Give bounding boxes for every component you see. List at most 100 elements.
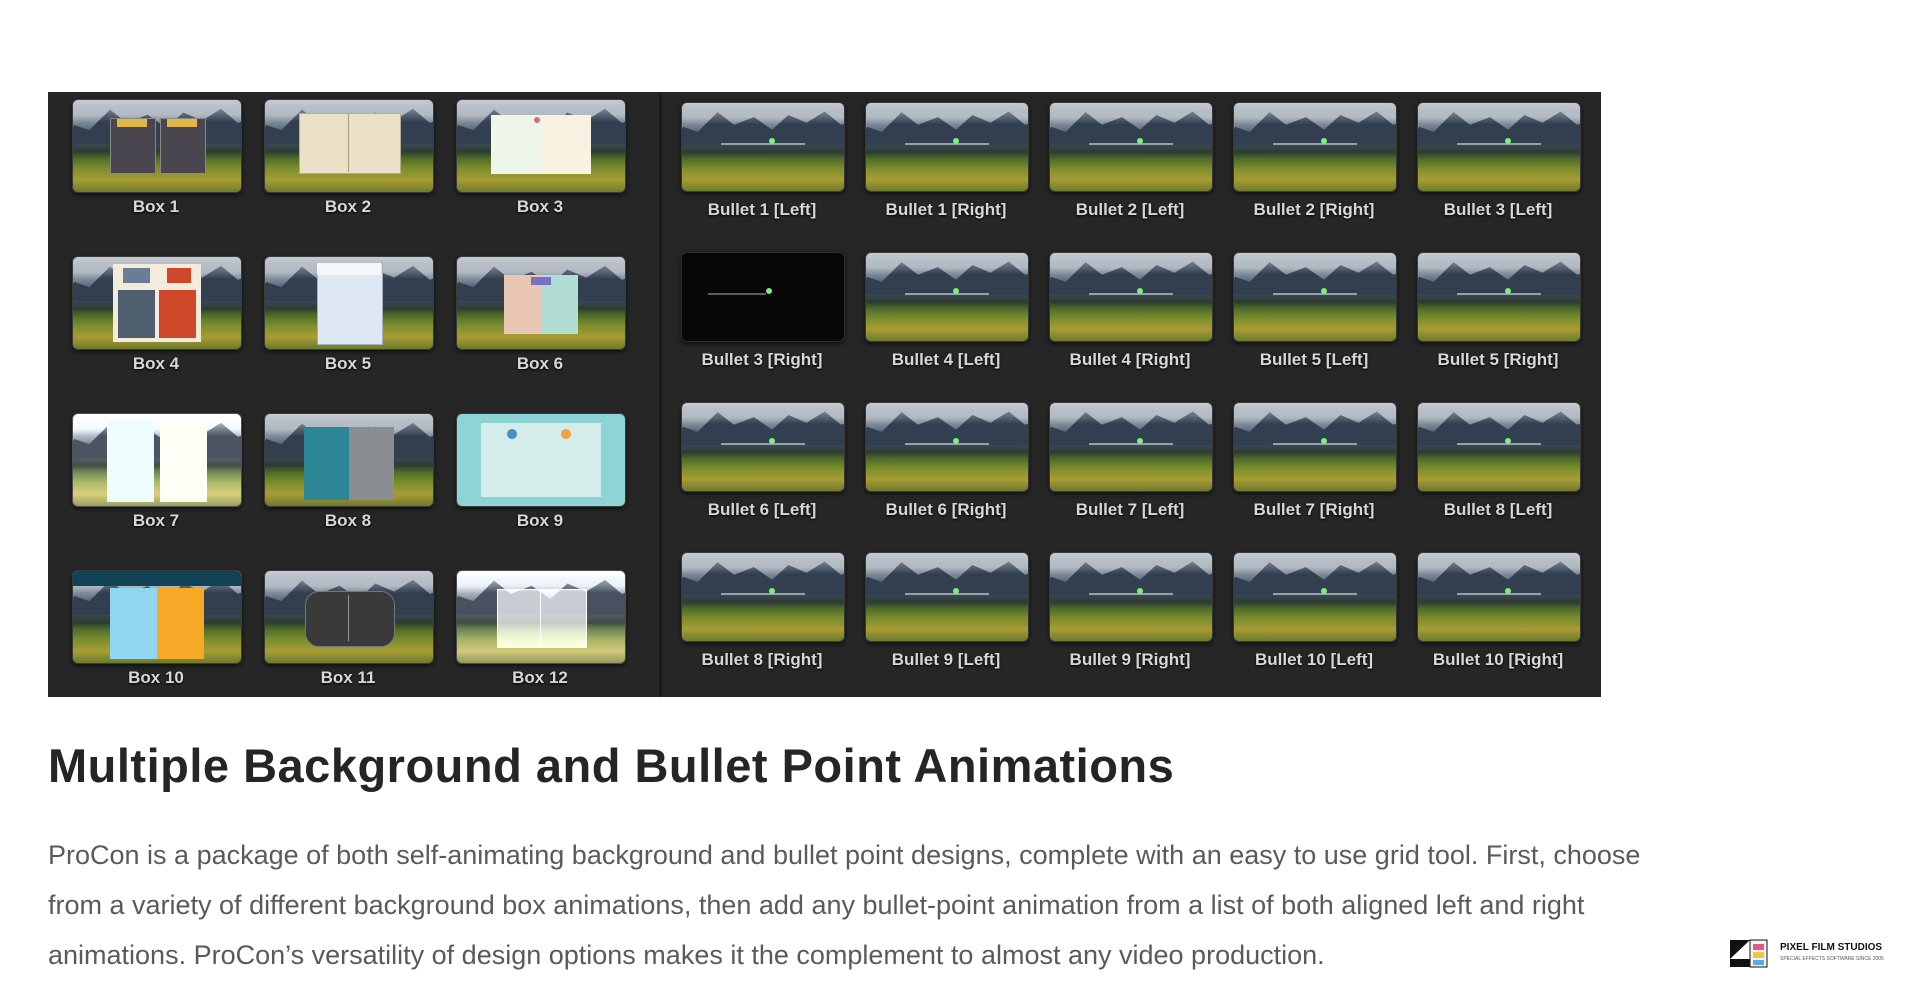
bullet-tile[interactable]: Bullet 8 [Left] <box>1413 402 1583 520</box>
bullet-thumbnail <box>1049 402 1213 492</box>
bullet-thumbnail <box>1233 552 1397 642</box>
bullet-tile[interactable]: Bullet 3 [Right] <box>677 252 847 370</box>
tile-label: Bullet 4 [Left] <box>891 350 1001 369</box>
tile-label: Bullet 7 [Left] <box>1075 500 1185 519</box>
template-preview-panel: Box 1 Box 2 Box 3 Box 4 Box 5 Box 6 Box … <box>48 92 1601 697</box>
bullet-thumbnail <box>681 552 845 642</box>
tile-label: Box 12 <box>512 668 568 687</box>
box-tile[interactable]: Box 3 <box>452 99 628 217</box>
bullet-thumbnail <box>1049 552 1213 642</box>
tile-label: Bullet 3 [Left] <box>1443 200 1553 219</box>
tile-label: Bullet 1 [Left] <box>707 200 817 219</box>
box-thumbnail <box>456 570 626 664</box>
tile-label: Bullet 2 [Left] <box>1075 200 1185 219</box>
tile-label: Box 5 <box>324 354 372 373</box>
bullet-tile[interactable]: Bullet 8 [Right] <box>677 552 847 670</box>
tile-label: Box 8 <box>324 511 372 530</box>
bullet-thumbnail <box>1417 252 1581 342</box>
bullet-tile[interactable]: Bullet 10 [Left] <box>1229 552 1399 670</box>
box-tile[interactable]: Box 4 <box>68 256 244 374</box>
bullet-tile[interactable]: Bullet 1 [Right] <box>861 102 1031 220</box>
box-tile[interactable]: Box 12 <box>452 570 628 688</box>
box-thumbnail <box>264 570 434 664</box>
bullet-thumbnail <box>681 402 845 492</box>
bullet-thumbnail <box>1233 402 1397 492</box>
bullet-tile[interactable]: Bullet 3 [Left] <box>1413 102 1583 220</box>
box-thumbnail <box>72 256 242 350</box>
box-thumbnail <box>264 413 434 507</box>
section-divider <box>659 92 662 697</box>
bullet-tile[interactable]: Bullet 9 [Right] <box>1045 552 1215 670</box>
tile-label: Bullet 9 [Left] <box>891 650 1001 669</box>
tile-label: Box 3 <box>516 197 564 216</box>
bullet-thumbnail <box>1233 102 1397 192</box>
tile-label: Bullet 5 [Right] <box>1437 350 1559 369</box>
bullet-tile[interactable]: Bullet 1 [Left] <box>677 102 847 220</box>
box-tile[interactable]: Box 8 <box>260 413 436 531</box>
tile-label: Bullet 10 [Right] <box>1432 650 1564 669</box>
tile-label: Bullet 10 [Left] <box>1254 650 1374 669</box>
tile-label: Bullet 3 [Right] <box>701 350 823 369</box>
box-thumbnail <box>72 99 242 193</box>
box-thumbnail <box>456 99 626 193</box>
bullet-thumbnail <box>865 102 1029 192</box>
brand-name: PIXEL FILM STUDIOS <box>1780 942 1883 953</box>
bullet-thumbnail <box>1417 402 1581 492</box>
tile-label: Box 7 <box>132 511 180 530</box>
box-tile[interactable]: Box 1 <box>68 99 244 217</box>
tile-label: Box 2 <box>324 197 372 216</box>
bullet-tile[interactable]: Bullet 4 [Right] <box>1045 252 1215 370</box>
bullet-thumbnail <box>1417 552 1581 642</box>
tile-label: Bullet 5 [Left] <box>1259 350 1369 369</box>
tile-label: Bullet 2 [Right] <box>1253 200 1375 219</box>
bullet-tile[interactable]: Bullet 5 [Right] <box>1413 252 1583 370</box>
box-tile[interactable]: Box 6 <box>452 256 628 374</box>
tile-label: Bullet 6 [Left] <box>707 500 817 519</box>
box-tile[interactable]: Box 2 <box>260 99 436 217</box>
tile-label: Box 1 <box>132 197 180 216</box>
bullet-thumbnail <box>681 252 845 342</box>
tile-label: Box 10 <box>128 668 184 687</box>
box-thumbnail <box>72 413 242 507</box>
bullet-thumbnail <box>1049 252 1213 342</box>
bullet-tile[interactable]: Bullet 2 [Left] <box>1045 102 1215 220</box>
section-description: ProCon is a package of both self-animati… <box>48 840 1641 970</box>
brand-logo[interactable]: PIXEL FILM STUDIOS SPECIAL EFFECTS SOFTW… <box>1728 937 1898 973</box>
tile-label: Box 4 <box>132 354 180 373</box>
bullet-tile[interactable]: Bullet 6 [Left] <box>677 402 847 520</box>
brand-tagline: SPECIAL EFFECTS SOFTWARE SINCE 2005 <box>1780 956 1884 962</box>
film-strip-logo-icon <box>1728 937 1770 969</box>
tile-label: Bullet 1 [Right] <box>885 200 1007 219</box>
box-thumbnail <box>264 99 434 193</box>
bullet-tile[interactable]: Bullet 2 [Right] <box>1229 102 1399 220</box>
tile-label: Bullet 8 [Left] <box>1443 500 1553 519</box>
bullet-thumbnail <box>865 552 1029 642</box>
tile-label: Box 9 <box>516 511 564 530</box>
tile-label: Bullet 4 [Right] <box>1069 350 1191 369</box>
box-tile[interactable]: Box 9 <box>452 413 628 531</box>
box-thumbnail <box>456 256 626 350</box>
bullet-thumbnail <box>681 102 845 192</box>
tile-label: Box 11 <box>320 668 376 687</box>
bullet-tile[interactable]: Bullet 6 [Right] <box>861 402 1031 520</box>
box-tile[interactable]: Box 11 <box>260 570 436 688</box>
box-thumbnail <box>456 413 626 507</box>
bullet-tile[interactable]: Bullet 10 [Right] <box>1413 552 1583 670</box>
tile-label: Bullet 9 [Right] <box>1069 650 1191 669</box>
bullet-tile[interactable]: Bullet 4 [Left] <box>861 252 1031 370</box>
box-tile[interactable]: Box 7 <box>68 413 244 531</box>
bullet-thumbnail <box>865 402 1029 492</box>
tile-label: Bullet 7 [Right] <box>1253 500 1375 519</box>
box-tile[interactable]: Box 10 <box>68 570 244 688</box>
box-tile[interactable]: Box 5 <box>260 256 436 374</box>
tile-label: Box 6 <box>516 354 564 373</box>
bullet-tile[interactable]: Bullet 7 [Left] <box>1045 402 1215 520</box>
bullet-tile[interactable]: Bullet 5 [Left] <box>1229 252 1399 370</box>
bullet-tile[interactable]: Bullet 9 [Left] <box>861 552 1031 670</box>
tile-label: Bullet 6 [Right] <box>885 500 1007 519</box>
box-thumbnail <box>72 570 242 664</box>
bullet-thumbnail <box>865 252 1029 342</box>
bullet-thumbnail <box>1233 252 1397 342</box>
bullet-thumbnail <box>1417 102 1581 192</box>
bullet-tile[interactable]: Bullet 7 [Right] <box>1229 402 1399 520</box>
